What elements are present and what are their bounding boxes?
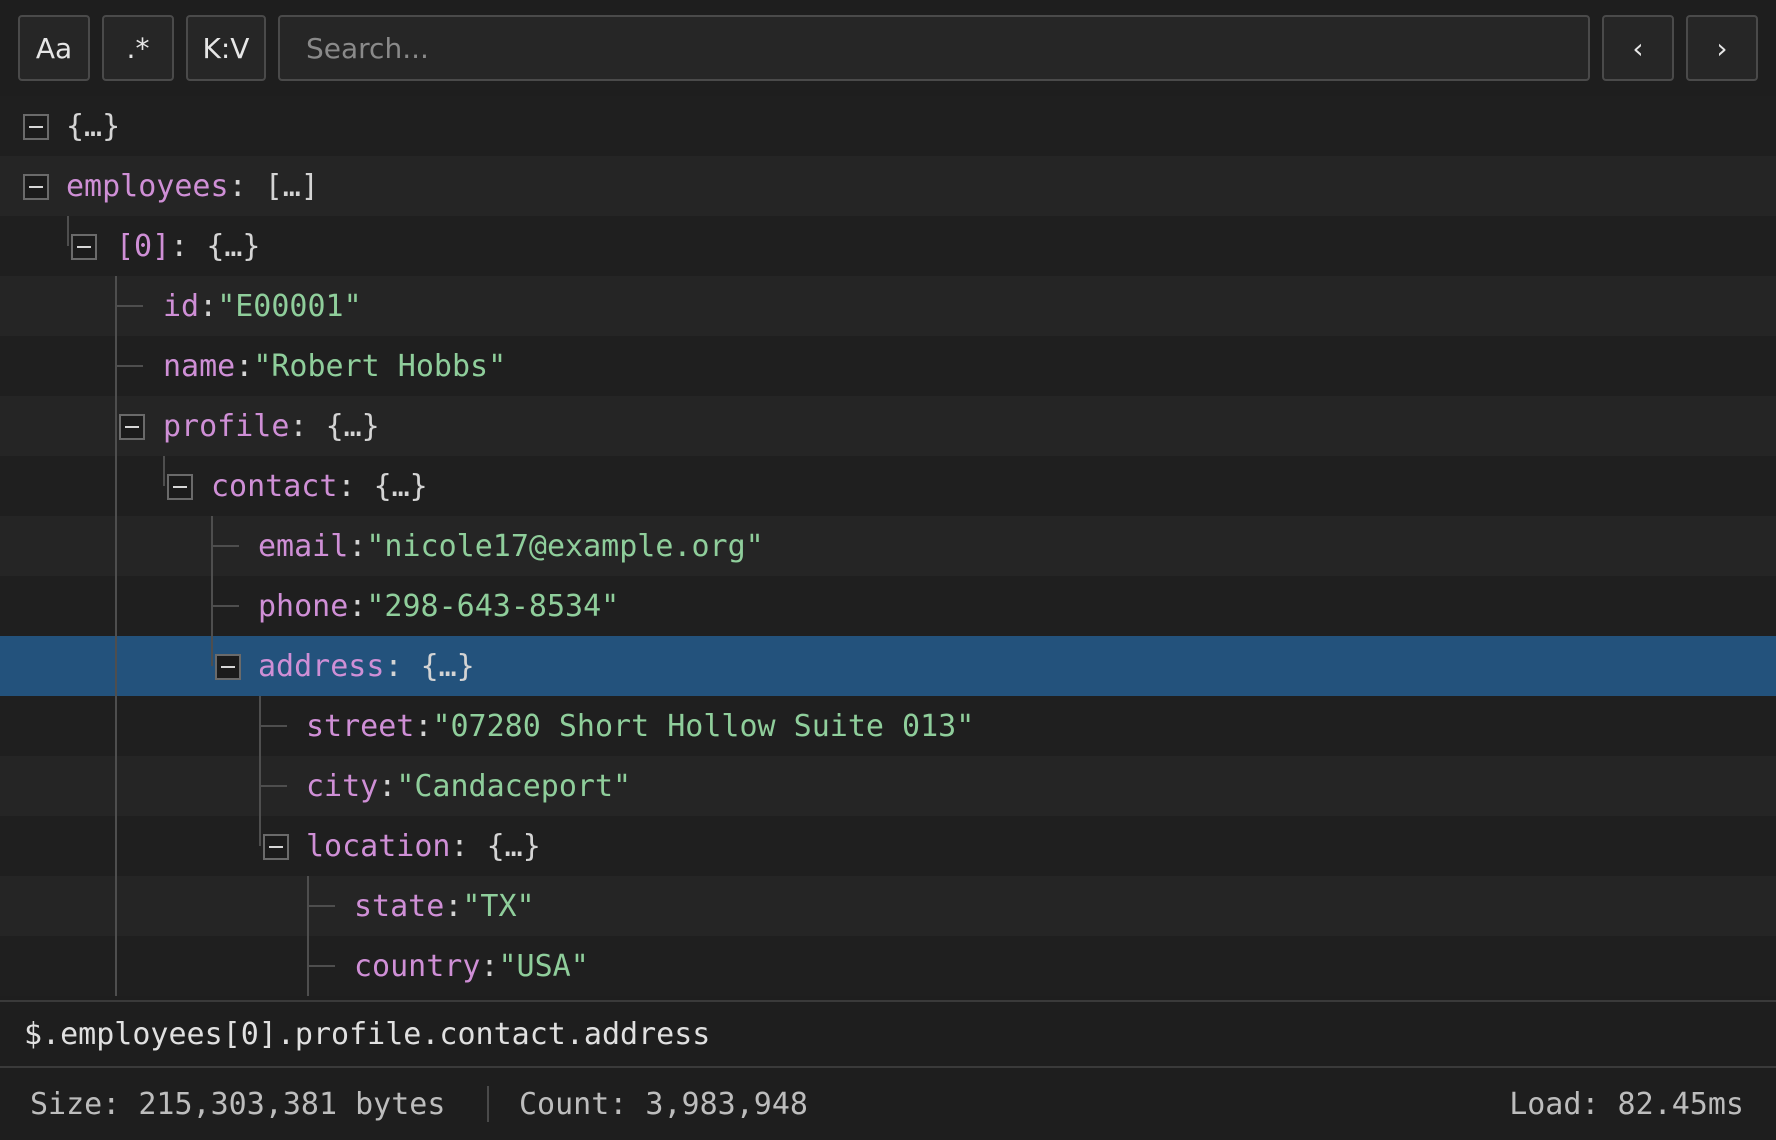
tree-connector — [261, 785, 287, 787]
tree-node-email[interactable]: email: "nicole17@example.org" — [0, 516, 1776, 576]
collapse-toggle-icon[interactable] — [23, 114, 49, 140]
node-value: "07280 Short Hollow Suite 013" — [432, 708, 975, 744]
tree-node-state[interactable]: state: "TX" — [0, 876, 1776, 936]
tree-guide — [115, 936, 117, 996]
tree-guide — [211, 636, 213, 666]
tree-node-root[interactable]: {…} — [0, 96, 1776, 156]
node-value: "298-643-8534" — [366, 588, 620, 624]
toolbar: Aa .* K:V ‹ › — [0, 0, 1776, 96]
node-value: {…} — [486, 828, 541, 864]
node-value: {…} — [373, 468, 428, 504]
collapse-toggle-icon[interactable] — [167, 474, 193, 500]
node-value: "Candaceport" — [396, 768, 632, 804]
tree-connector — [117, 305, 143, 307]
collapse-toggle-icon[interactable] — [23, 174, 49, 200]
node-key: id — [163, 288, 200, 324]
collapse-toggle-icon[interactable] — [71, 234, 97, 260]
tree-connector — [213, 605, 239, 607]
status-count: Count: 3,983,948 — [519, 1086, 808, 1122]
node-key: name — [163, 348, 236, 384]
tree-connector — [213, 545, 239, 547]
node-key: profile — [163, 408, 290, 444]
key-value-search-button[interactable]: K:V — [186, 15, 266, 81]
collapse-toggle-icon[interactable] — [215, 654, 241, 680]
node-key: [0] — [116, 228, 171, 264]
tree-node-profile[interactable]: profile: {…} — [0, 396, 1776, 456]
node-value: […] — [264, 168, 319, 204]
status-load-time: Load: 82.45ms — [1509, 1086, 1744, 1122]
node-value: {…} — [206, 228, 261, 264]
search-input[interactable] — [280, 17, 1588, 79]
collapse-toggle-icon[interactable] — [263, 834, 289, 860]
tree-guide — [115, 636, 117, 696]
tree-guide — [115, 876, 117, 936]
node-key: phone — [258, 588, 349, 624]
tree-node-location[interactable]: location: {…} — [0, 816, 1776, 876]
status-bar: Size: 215,303,381 bytes Count: 3,983,948… — [0, 1068, 1776, 1140]
tree-node-index-0[interactable]: [0]: {…} — [0, 216, 1776, 276]
tree-node-country[interactable]: country: "USA" — [0, 936, 1776, 996]
node-value: "Robert Hobbs" — [253, 348, 507, 384]
tree-node-address[interactable]: address: {…} — [0, 636, 1776, 696]
node-key: email — [258, 528, 349, 564]
tree-guide — [259, 816, 261, 846]
node-value: "E00001" — [217, 288, 362, 324]
node-key: city — [306, 768, 379, 804]
node-value: "nicole17@example.org" — [366, 528, 764, 564]
tree-node-city[interactable]: city: "Candaceport" — [0, 756, 1776, 816]
tree-guide — [67, 216, 69, 246]
node-value: {…} — [420, 648, 475, 684]
regex-button[interactable]: .* — [102, 15, 174, 81]
next-match-button[interactable]: › — [1686, 15, 1758, 81]
tree-connector — [309, 905, 335, 907]
json-path-text: $.employees[0].profile.contact.address — [24, 1016, 711, 1052]
tree-guide — [115, 396, 117, 456]
node-key: employees — [66, 168, 229, 204]
previous-match-button[interactable]: ‹ — [1602, 15, 1674, 81]
tree-guide — [115, 456, 117, 516]
node-key: address — [258, 648, 385, 684]
tree-connector — [261, 725, 287, 727]
node-value: {…} — [66, 108, 121, 144]
collapse-toggle-icon[interactable] — [119, 414, 145, 440]
status-size: Size: 215,303,381 bytes — [30, 1086, 446, 1122]
tree-guide — [163, 456, 165, 486]
tree-guide — [115, 756, 117, 816]
tree-connector — [117, 365, 143, 367]
node-key: state — [354, 888, 445, 924]
tree-guide — [115, 516, 117, 576]
node-value: "TX" — [462, 888, 535, 924]
search-box — [278, 15, 1590, 81]
node-key: country — [354, 948, 481, 984]
match-case-button[interactable]: Aa — [18, 15, 90, 81]
node-key: contact — [211, 468, 338, 504]
node-value: "USA" — [498, 948, 589, 984]
tree-node-employees[interactable]: employees: […] — [0, 156, 1776, 216]
tree-node-contact[interactable]: contact: {…} — [0, 456, 1776, 516]
status-divider — [487, 1086, 489, 1122]
tree-guide — [115, 816, 117, 876]
tree-guide — [115, 576, 117, 636]
tree-node-id[interactable]: id: "E00001" — [0, 276, 1776, 336]
node-value: {…} — [325, 408, 380, 444]
tree-connector — [309, 965, 335, 967]
tree-guide — [115, 696, 117, 756]
tree-node-name[interactable]: name: "Robert Hobbs" — [0, 336, 1776, 396]
tree-node-phone[interactable]: phone: "298-643-8534" — [0, 576, 1776, 636]
node-key: location — [306, 828, 451, 864]
node-key: street — [306, 708, 415, 744]
json-path-bar: $.employees[0].profile.contact.address — [0, 1000, 1776, 1068]
tree-node-street[interactable]: street: "07280 Short Hollow Suite 013" — [0, 696, 1776, 756]
json-tree: {…} employees: […] [0]: {…} id: "E00001" … — [0, 96, 1776, 1000]
